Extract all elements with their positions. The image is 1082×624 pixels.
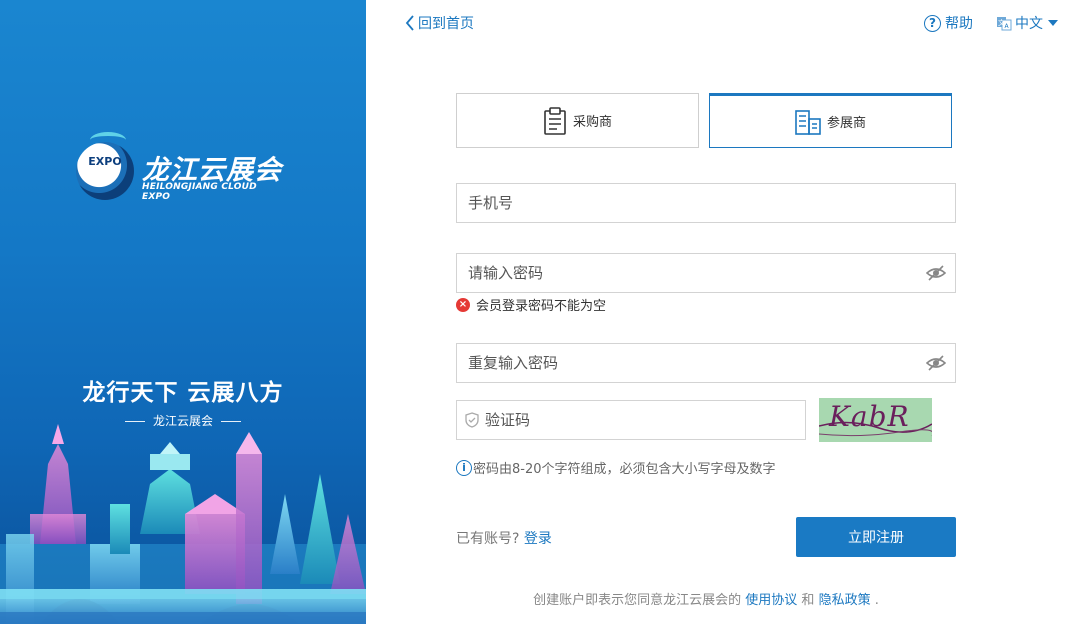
privacy-link[interactable]: 隐私政策 [819,593,871,608]
shield-icon [465,412,479,428]
tab-buyer[interactable]: 采购商 [456,93,699,148]
password-field-box [456,253,956,293]
back-to-home-label: 回到首页 [418,16,474,32]
caret-down-icon [1048,20,1058,26]
phone-field-box [456,183,956,223]
building-icon [795,109,821,135]
tab-exhibitor-label: 参展商 [826,116,866,131]
has-account-text: 已有账号? [456,531,520,547]
agreement-prefix: 创建账户即表示您同意龙江云展会的 [533,593,742,608]
tab-buyer-label: 采购商 [572,115,612,130]
agreement-suffix: . [874,593,879,608]
slogan: 龙行天下 云展八方 [82,380,284,406]
back-to-home-link[interactable]: 回到首页 [405,13,474,33]
divider [221,421,241,422]
translate-icon: 文 A [997,17,1012,31]
info-icon: i [456,459,472,476]
password-hint-text: 密码由8-20个字符组成，必须包含大小写字母及数字 [473,462,776,477]
eye-off-icon[interactable] [926,265,946,281]
expo-logo: EXPO 龙江云展会 HEILONGJIANG CLOUD EXPO [76,132,286,206]
clipboard-icon [544,106,566,135]
captcha-input[interactable] [485,411,785,429]
ice-city-illustration [0,424,366,624]
help-link[interactable]: ? 帮助 [924,13,973,33]
brand-panel: EXPO 龙江云展会 HEILONGJIANG CLOUD EXPO 龙行天下 … [0,0,366,624]
captcha-field-box [456,400,806,440]
help-label: 帮助 [945,16,973,32]
register-button[interactable]: 立即注册 [796,517,956,557]
captcha-text: KabR [829,400,910,433]
captcha-image[interactable]: KabR [819,398,932,442]
error-icon: × [456,297,470,312]
expo-badge-icon [76,142,134,200]
login-row: 已有账号? 登录 [456,528,552,548]
repeat-password-field-box [456,343,956,383]
password-error: × 会员登录密码不能为空 [456,295,606,314]
password-error-text: 会员登录密码不能为空 [476,299,607,314]
chevron-left-icon [405,15,414,31]
register-page: EXPO 龙江云展会 HEILONGJIANG CLOUD EXPO 龙行天下 … [0,0,1082,624]
brand-name-en: HEILONGJIANG CLOUD EXPO [142,182,257,202]
phone-input[interactable] [468,194,908,212]
expo-badge-text: EXPO [88,155,122,168]
repeat-password-input[interactable] [468,354,908,372]
terms-link[interactable]: 使用协议 [745,593,797,608]
question-circle-icon: ? [924,14,941,32]
tab-exhibitor[interactable]: 参展商 [709,93,952,148]
agreement-text: 创建账户即表示您同意龙江云展会的 使用协议 和 隐私政策 . [456,589,956,608]
language-label: 中文 [1015,16,1043,32]
password-input[interactable] [468,264,908,282]
password-hint: i 密码由8-20个字符组成，必须包含大小写字母及数字 [456,458,776,477]
eye-off-icon[interactable] [926,355,946,371]
agreement-and: 和 [801,593,815,608]
language-switcher[interactable]: 文 A 中文 [996,13,1058,33]
divider [124,421,145,422]
login-link[interactable]: 登录 [524,531,552,547]
